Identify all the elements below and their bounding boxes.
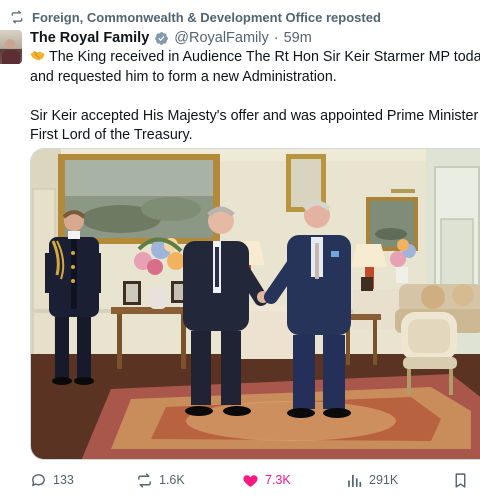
repost-action-icon — [138, 472, 151, 488]
tweet-line-2: and requested him to form a new Administ… — [30, 68, 337, 85]
views-chart-icon — [348, 474, 362, 487]
views-button[interactable]: 291K — [346, 470, 398, 490]
repost-icon — [11, 10, 23, 24]
timestamp[interactable]: 59m — [284, 30, 312, 46]
reply-count: 133 — [53, 473, 74, 487]
tweet-line-1-text: The King received in Audience The Rt Hon… — [49, 49, 480, 65]
avatar[interactable] — [0, 30, 22, 64]
tweet-line-3: Sir Keir accepted His Majesty's offer an… — [30, 107, 480, 124]
repost-count: 1.6K — [159, 473, 185, 487]
bookmark-button[interactable] — [452, 470, 469, 490]
photo-illustration — [31, 149, 480, 459]
reply-icon — [32, 473, 45, 486]
tweet-header: The Royal Family @RoyalFamily · 59m — [30, 28, 312, 48]
views-count: 291K — [369, 473, 399, 487]
author-handle[interactable]: @RoyalFamily — [174, 30, 268, 46]
bookmark-icon — [455, 472, 466, 488]
tweet-text: The King received in Audience The Rt Hon… — [30, 48, 480, 146]
tweet-actions: 133 1.6K 7.3K 291K — [30, 470, 480, 490]
like-button[interactable]: 7.3K — [242, 470, 291, 490]
reply-button[interactable]: 133 — [30, 470, 74, 490]
verified-badge-icon[interactable] — [154, 31, 169, 46]
author-name[interactable]: The Royal Family — [30, 30, 149, 46]
handshake-emoji-icon — [30, 51, 45, 61]
repost-button[interactable]: 1.6K — [136, 470, 185, 490]
like-count: 7.3K — [265, 473, 291, 487]
separator-dot: · — [273, 30, 279, 46]
repost-indicator[interactable]: Foreign, Commonwealth & Development Offi… — [10, 8, 381, 26]
tweet-line-1: The King received in Audience The Rt Hon… — [30, 48, 480, 68]
repost-label: Foreign, Commonwealth & Development Offi… — [32, 9, 381, 25]
tweet-line-4: First Lord of the Treasury. — [30, 127, 193, 143]
tweet-photo[interactable] — [30, 148, 480, 460]
heart-icon — [243, 474, 258, 487]
